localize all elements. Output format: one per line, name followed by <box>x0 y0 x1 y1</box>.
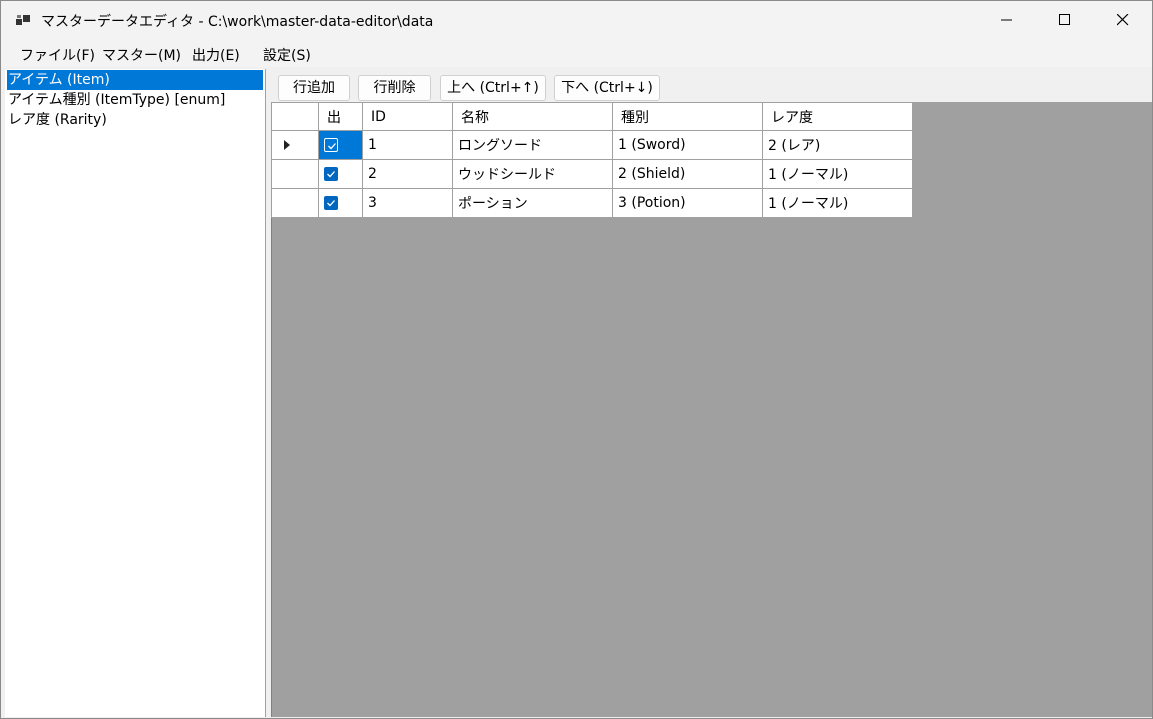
cell-id[interactable]: 2 <box>362 159 453 189</box>
column-header-name[interactable]: 名称 <box>452 102 613 131</box>
checkmark-icon <box>327 171 335 178</box>
export-checkbox-cell[interactable] <box>318 188 363 218</box>
export-checkbox[interactable] <box>324 167 338 181</box>
minimize-icon <box>1001 19 1012 21</box>
window-title: マスターデータエディタ - C:\work\master-data-editor… <box>41 14 434 30</box>
checkmark-icon <box>327 200 335 207</box>
cell-type[interactable]: 1 (Sword) <box>612 130 763 160</box>
cell-type[interactable]: 3 (Potion) <box>612 188 763 218</box>
cell-type[interactable]: 2 (Shield) <box>612 159 763 189</box>
grid-header-row: 出 ID 名称 種別 レア度 <box>271 102 913 131</box>
column-header-rarity[interactable]: レア度 <box>762 102 913 131</box>
cell-name[interactable]: ポーション <box>452 188 613 218</box>
maximize-button[interactable] <box>1036 1 1094 39</box>
list-item-rarity[interactable]: レア度 (Rarity) <box>7 110 107 130</box>
column-header-id[interactable]: ID <box>362 102 453 131</box>
cell-rarity[interactable]: 1 (ノーマル) <box>762 188 913 218</box>
table-row[interactable]: 3 ポーション 3 (Potion) 1 (ノーマル) <box>271 188 913 218</box>
data-grid[interactable]: 出 ID 名称 種別 レア度 1 ロングソード 1 (Sword) 2 (レア)… <box>271 102 913 218</box>
cell-rarity[interactable]: 1 (ノーマル) <box>762 159 913 189</box>
row-header[interactable] <box>271 130 319 160</box>
cell-rarity[interactable]: 2 (レア) <box>762 130 913 160</box>
list-item-item[interactable]: アイテム (Item) <box>7 70 263 90</box>
export-checkbox-cell[interactable] <box>318 130 363 160</box>
menu-file[interactable]: ファイル(F) <box>20 45 95 65</box>
delete-row-button[interactable]: 行削除 <box>358 75 431 101</box>
column-header-export[interactable]: 出 <box>318 102 363 131</box>
row-header-corner[interactable] <box>271 102 319 131</box>
add-row-button[interactable]: 行追加 <box>278 75 350 101</box>
export-checkbox[interactable] <box>324 138 338 152</box>
cell-id[interactable]: 1 <box>362 130 453 160</box>
menu-master[interactable]: マスター(M) <box>102 45 181 65</box>
table-row[interactable]: 1 ロングソード 1 (Sword) 2 (レア) <box>271 130 913 160</box>
current-row-icon <box>284 140 290 150</box>
app-window: マスターデータエディタ - C:\work\master-data-editor… <box>0 0 1153 719</box>
column-header-type[interactable]: 種別 <box>612 102 763 131</box>
master-list[interactable]: アイテム (Item) アイテム種別 (ItemType) [enum] レア度… <box>5 69 266 717</box>
menu-settings[interactable]: 設定(S) <box>263 45 311 65</box>
row-header[interactable] <box>271 159 319 189</box>
export-checkbox-cell[interactable] <box>318 159 363 189</box>
row-header[interactable] <box>271 188 319 218</box>
table-row[interactable]: 2 ウッドシールド 2 (Shield) 1 (ノーマル) <box>271 159 913 189</box>
close-icon <box>1117 14 1129 26</box>
cell-id[interactable]: 3 <box>362 188 453 218</box>
menu-bar: ファイル(F) マスター(M) 出力(E) 設定(S) <box>1 39 1152 67</box>
maximize-icon <box>1059 14 1070 25</box>
menu-export[interactable]: 出力(E) <box>192 45 240 65</box>
close-button[interactable] <box>1094 1 1152 39</box>
move-down-button[interactable]: 下へ (Ctrl+↓) <box>554 75 660 101</box>
list-item-itemtype[interactable]: アイテム種別 (ItemType) [enum] <box>7 90 225 110</box>
checkmark-icon <box>328 143 336 150</box>
minimize-button[interactable] <box>978 1 1036 39</box>
export-checkbox[interactable] <box>324 196 338 210</box>
cell-name[interactable]: ロングソード <box>452 130 613 160</box>
cell-name[interactable]: ウッドシールド <box>452 159 613 189</box>
title-bar[interactable]: マスターデータエディタ - C:\work\master-data-editor… <box>1 1 1152 39</box>
move-up-button[interactable]: 上へ (Ctrl+↑) <box>440 75 546 101</box>
app-icon <box>16 15 30 25</box>
